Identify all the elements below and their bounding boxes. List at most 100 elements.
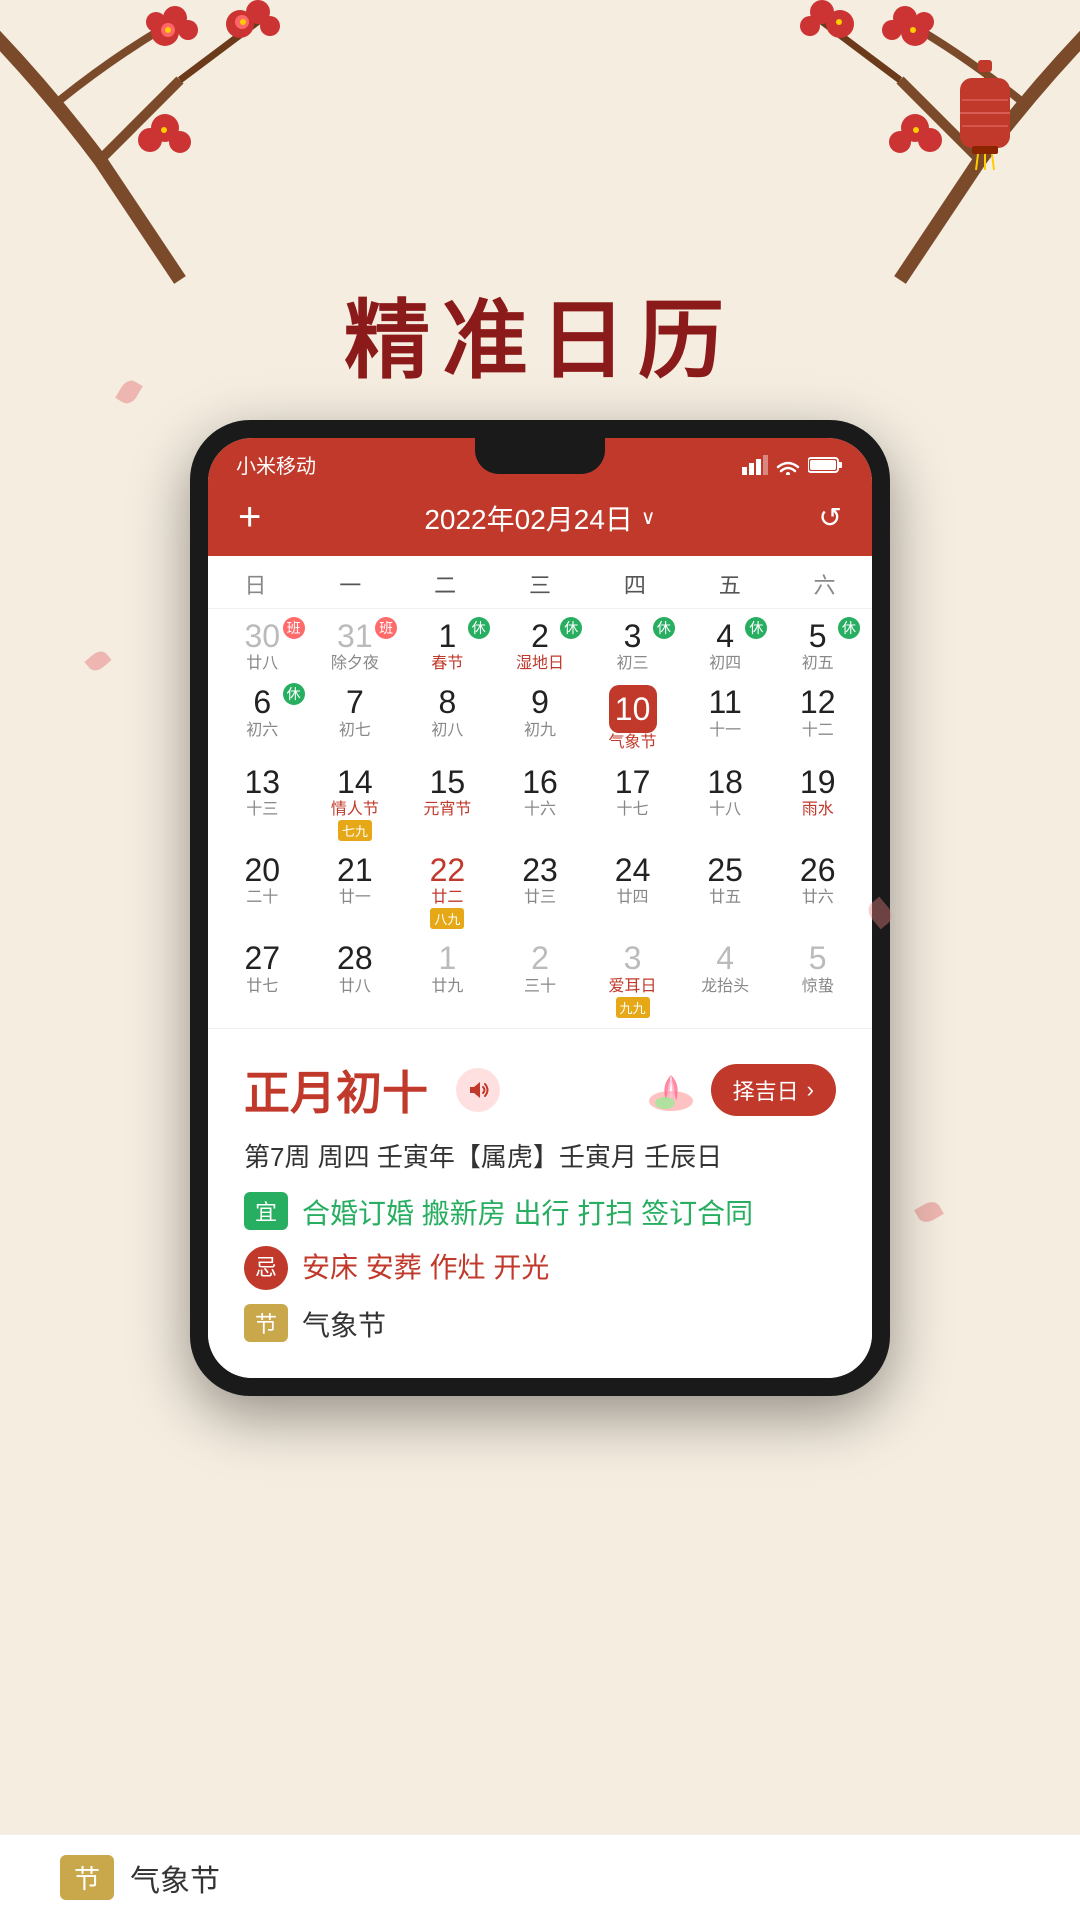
day-1[interactable]: 1 春节 休 — [401, 613, 494, 679]
day-number: 9 — [496, 685, 585, 720]
day-sub: 十八 — [681, 800, 770, 819]
day-20[interactable]: 20 二十 — [216, 847, 309, 935]
day-number: 1 — [403, 941, 492, 976]
day-sub: 十一 — [681, 721, 770, 740]
calendar-grid: 30 廿八 班 31 除夕夜 班 1 春节 休 2 湿地日 休 — [208, 609, 872, 1028]
day-sub: 春节 — [403, 654, 492, 673]
day-sub: 十二 — [773, 721, 862, 740]
day-number: 13 — [218, 765, 307, 800]
day-sub: 初九 — [496, 721, 585, 740]
day-22[interactable]: 22 廿二 八九 — [401, 847, 494, 935]
day-sub: 廿八 — [311, 977, 400, 996]
day-24[interactable]: 24 廿四 — [586, 847, 679, 935]
day-13[interactable]: 13 十三 — [216, 759, 309, 847]
weekday-mon: 一 — [303, 564, 398, 604]
day-sub: 三十 — [496, 977, 585, 996]
page-title: 精准日历 — [0, 270, 1080, 395]
ban-badge: 班 — [375, 617, 397, 639]
day-sub: 惊蛰 — [773, 977, 862, 996]
day-sub: 除夕夜 — [311, 654, 400, 673]
day-2[interactable]: 2 湿地日 休 — [494, 613, 587, 679]
jie-tag: 节 — [244, 1304, 288, 1342]
yi-row: 宜 合婚订婚 搬新房 出行 打扫 签订合同 — [244, 1192, 836, 1232]
day-sub: 雨水 — [773, 800, 862, 819]
weekday-sat: 六 — [777, 564, 872, 604]
weekday-tue: 二 — [398, 564, 493, 604]
day-number: 24 — [588, 853, 677, 888]
week-info: 第7周 周四 壬寅年【属虎】壬寅月 壬辰日 — [244, 1137, 836, 1174]
day-4[interactable]: 4 初四 休 — [679, 613, 772, 679]
day-sub: 湿地日 — [496, 654, 585, 673]
day-8[interactable]: 8 初八 — [401, 679, 494, 758]
lotus-icon — [641, 1065, 701, 1115]
ji-tag: 忌 — [244, 1246, 288, 1290]
header-date[interactable]: 2022年02月24日 ∨ — [424, 498, 655, 538]
chevron-down-icon: ∨ — [641, 505, 656, 530]
phone-mockup: 小米移动 — [190, 420, 890, 1396]
day-21[interactable]: 21 廿一 — [309, 847, 402, 935]
day-sub: 廿九 — [403, 977, 492, 996]
day-sub: 初四 — [681, 654, 770, 673]
day-3[interactable]: 3 初三 休 — [586, 613, 679, 679]
day-number: 12 — [773, 685, 862, 720]
xiu-badge: 休 — [653, 617, 675, 639]
day-sub: 廿一 — [311, 888, 400, 907]
jie-text: 气象节 — [302, 1304, 386, 1344]
xiu-badge: 休 — [283, 683, 305, 705]
day-sub: 初六 — [218, 721, 307, 740]
day-sub: 廿六 — [773, 888, 862, 907]
day-5-mar[interactable]: 5 惊蛰 — [771, 935, 864, 1023]
day-19[interactable]: 19 雨水 — [771, 759, 864, 847]
day-15[interactable]: 15 元宵节 — [401, 759, 494, 847]
day-sub: 廿七 — [218, 977, 307, 996]
day-26[interactable]: 26 廿六 — [771, 847, 864, 935]
add-event-button[interactable]: + — [238, 495, 261, 540]
day-sub: 元宵节 — [403, 800, 492, 819]
refresh-icon[interactable]: ↺ — [819, 501, 842, 534]
carrier-label: 小米移动 — [236, 450, 316, 479]
weekday-fri: 五 — [682, 564, 777, 604]
day-10[interactable]: 10 气象节 — [586, 679, 679, 758]
day-sub: 情人节 — [311, 800, 400, 819]
notch — [475, 438, 605, 474]
speaker-icon — [466, 1078, 490, 1102]
day-30-jan[interactable]: 30 廿八 班 — [216, 613, 309, 679]
day-28[interactable]: 28 廿八 — [309, 935, 402, 1023]
day-14[interactable]: 14 情人节 七九 — [309, 759, 402, 847]
day-number: 22 — [403, 853, 492, 888]
day-25[interactable]: 25 廿五 — [679, 847, 772, 935]
day-12[interactable]: 12 十二 — [771, 679, 864, 758]
day-1-mar[interactable]: 1 廿九 — [401, 935, 494, 1023]
weekday-sun: 日 — [208, 564, 303, 604]
signal-icon — [742, 455, 768, 475]
day-3-mar[interactable]: 3 爱耳日 九九 — [586, 935, 679, 1023]
bottom-strip: 节 气象节 — [0, 1834, 1080, 1920]
lunar-date: 正月初十 — [244, 1057, 428, 1123]
day-23[interactable]: 23 廿三 — [494, 847, 587, 935]
day-6[interactable]: 6 初六 休 — [216, 679, 309, 758]
day-18[interactable]: 18 十八 — [679, 759, 772, 847]
day-number: 19 — [773, 765, 862, 800]
day-17[interactable]: 17 十七 — [586, 759, 679, 847]
weekday-wed: 三 — [493, 564, 588, 604]
day-sub: 初三 — [588, 654, 677, 673]
extra-badge: 七九 — [338, 820, 372, 841]
day-7[interactable]: 7 初七 — [309, 679, 402, 758]
day-11[interactable]: 11 十一 — [679, 679, 772, 758]
lucky-day-button[interactable]: 择吉日 › — [711, 1064, 836, 1116]
bottom-jie-text: 气象节 — [130, 1856, 220, 1900]
day-number: 16 — [496, 765, 585, 800]
status-bar: 小米移动 — [208, 438, 872, 485]
day-number: 2 — [496, 941, 585, 976]
day-16[interactable]: 16 十六 — [494, 759, 587, 847]
day-2-mar[interactable]: 2 三十 — [494, 935, 587, 1023]
day-31-jan[interactable]: 31 除夕夜 班 — [309, 613, 402, 679]
speaker-button[interactable] — [456, 1068, 500, 1112]
day-9[interactable]: 9 初九 — [494, 679, 587, 758]
header-date-text: 2022年02月24日 — [424, 498, 633, 538]
day-4-mar[interactable]: 4 龙抬头 — [679, 935, 772, 1023]
day-5[interactable]: 5 初五 休 — [771, 613, 864, 679]
day-sub: 初七 — [311, 721, 400, 740]
day-27[interactable]: 27 廿七 — [216, 935, 309, 1023]
xiu-badge: 休 — [468, 617, 490, 639]
